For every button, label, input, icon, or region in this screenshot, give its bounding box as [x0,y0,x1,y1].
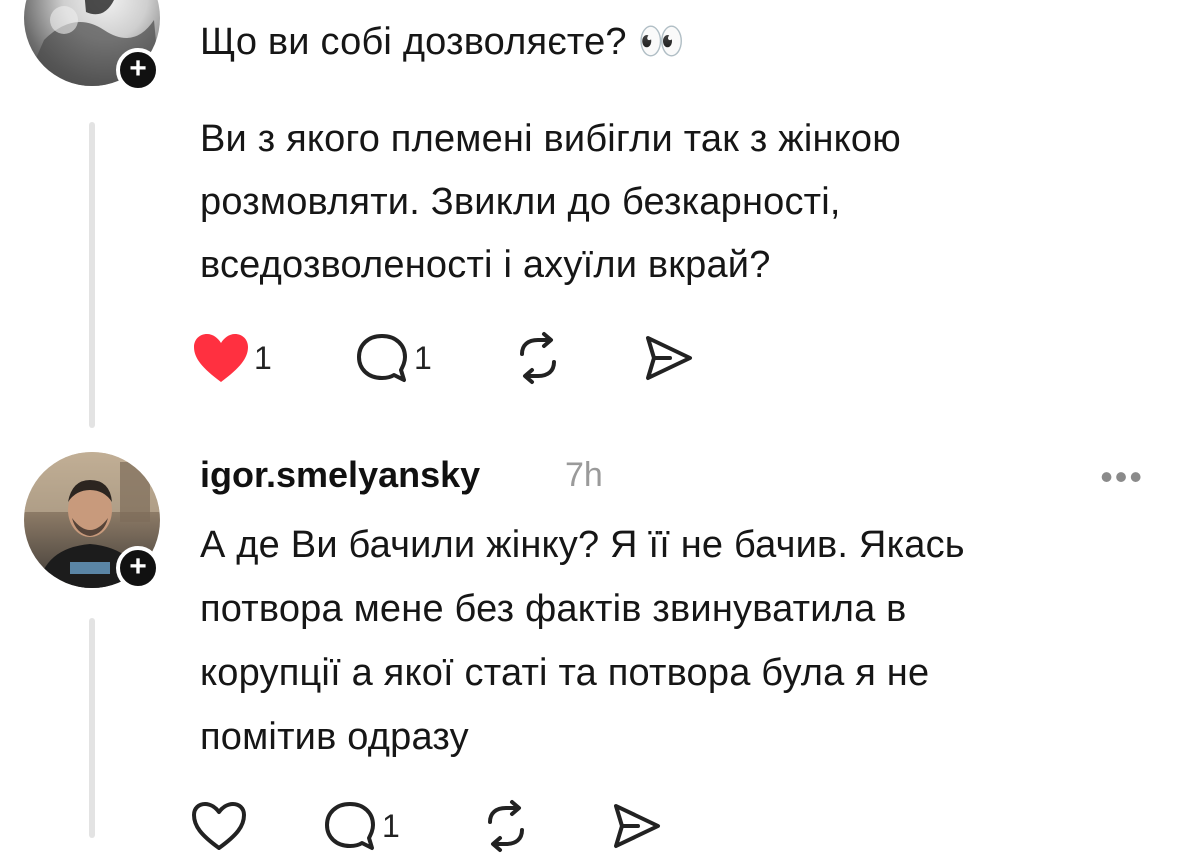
more-icon[interactable]: ••• [1100,456,1144,498]
post-actions: 1 [190,796,750,856]
repost-icon [478,798,534,854]
heart-icon [192,332,250,384]
username[interactable]: igor.smelyansky [200,454,480,496]
post-body-line: помітив одразу [200,716,469,758]
post-body-line: розмовляти. Звикли до безкарності, [200,181,841,223]
post-body-line: вседозволеності і ахуїли вкрай? [200,244,771,286]
repost-button[interactable] [510,328,566,388]
post-body-line: Ви з якого племені вибігли так з жінкою [200,118,901,160]
reply-button[interactable]: 1 [354,328,432,388]
post-headline: Що ви собі дозволяєте? 👀 [200,21,686,63]
post-1: + Що ви собі дозволяєте? 👀 Ви з якого пл… [0,0,1200,440]
follow-plus-icon[interactable]: + [116,546,160,590]
reply-count: 1 [414,339,432,376]
reply-button[interactable]: 1 [322,796,400,856]
timestamp: 7h [565,456,603,494]
heart-icon [190,800,248,852]
follow-plus-icon[interactable]: + [116,48,160,92]
reply-count: 1 [382,807,400,844]
comment-icon [354,330,410,386]
share-icon [640,330,696,386]
like-count: 1 [254,339,272,376]
post-body-line: корупції а якої статі та потвора була я … [200,652,930,694]
like-button[interactable]: 1 [192,328,272,388]
thread-line [89,618,95,838]
post-actions: 1 1 [192,328,752,388]
post-2: + igor.smelyansky 7h ••• А де Ви бачили … [0,440,1200,858]
share-button[interactable] [608,796,664,856]
thread-line [89,122,95,428]
comment-icon [322,798,378,854]
post-body-line: потвора мене без фактів звинуватила в [200,588,907,630]
repost-icon [510,330,566,386]
share-icon [608,798,664,854]
like-button[interactable] [190,796,248,856]
post-body-line: А де Ви бачили жінку? Я її не бачив. Яка… [200,524,965,566]
share-button[interactable] [640,328,696,388]
repost-button[interactable] [478,796,534,856]
